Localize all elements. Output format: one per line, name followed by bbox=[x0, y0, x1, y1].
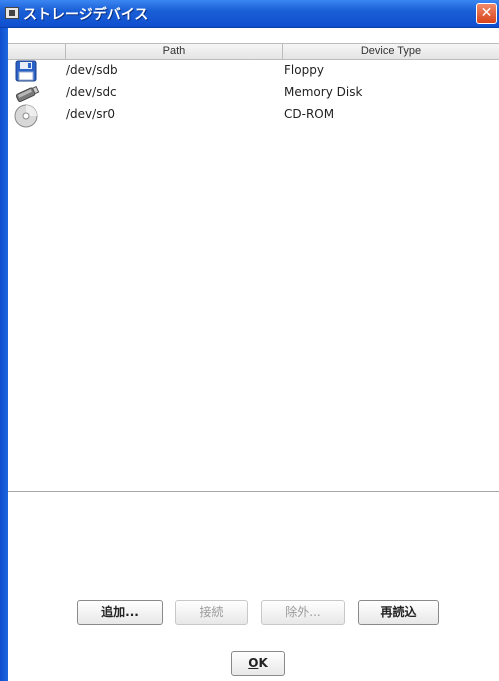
add-button[interactable]: 追加... bbox=[77, 600, 163, 625]
table-row[interactable]: /dev/sdc Memory Disk bbox=[8, 82, 499, 104]
close-button[interactable]: ✕ bbox=[476, 3, 497, 24]
app-icon bbox=[5, 7, 19, 19]
device-type: Memory Disk bbox=[284, 85, 363, 99]
storage-device-window: ストレージデバイス ✕ Path Device Type /dev/sdb Fl… bbox=[0, 0, 499, 681]
device-type: Floppy bbox=[284, 63, 324, 77]
separator bbox=[8, 491, 499, 493]
ok-button[interactable]: OK bbox=[231, 651, 285, 676]
floppy-disk-icon bbox=[14, 60, 40, 82]
device-path: /dev/sr0 bbox=[66, 107, 116, 121]
column-header-path[interactable]: Path bbox=[66, 44, 283, 59]
ok-mnemonic: O bbox=[248, 656, 259, 670]
ok-label: K bbox=[258, 656, 268, 670]
window-left-border bbox=[0, 28, 8, 681]
column-header-device-type[interactable]: Device Type bbox=[283, 44, 499, 59]
table-header: Path Device Type bbox=[8, 43, 499, 60]
usb-drive-icon bbox=[14, 82, 40, 104]
reload-button[interactable]: 再読込 bbox=[358, 600, 439, 625]
device-path: /dev/sdc bbox=[66, 85, 117, 99]
connect-button[interactable]: 接続 bbox=[175, 600, 248, 625]
remove-button[interactable]: 除外... bbox=[261, 600, 345, 625]
table-row[interactable]: /dev/sdb Floppy bbox=[8, 60, 499, 82]
column-header-icon[interactable] bbox=[8, 44, 66, 59]
table-row[interactable]: /dev/sr0 CD-ROM bbox=[8, 104, 499, 128]
title-bar[interactable]: ストレージデバイス ✕ bbox=[0, 0, 499, 28]
window-title: ストレージデバイス bbox=[23, 7, 149, 23]
device-table: Path Device Type /dev/sdb Floppy /dev/sd… bbox=[8, 28, 499, 492]
cd-rom-icon bbox=[14, 104, 40, 128]
device-type: CD-ROM bbox=[284, 107, 335, 121]
device-path: /dev/sdb bbox=[66, 63, 118, 77]
